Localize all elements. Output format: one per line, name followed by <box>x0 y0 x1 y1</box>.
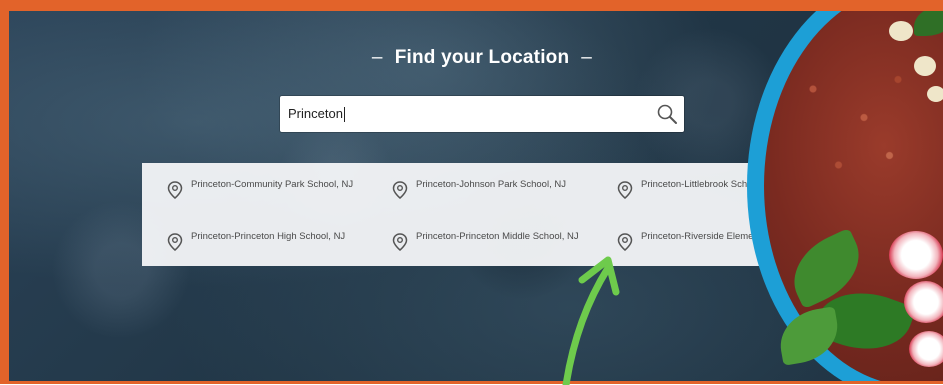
title-text: Find your Location <box>394 47 570 68</box>
title-dash-right: – <box>581 47 593 68</box>
nut-image <box>914 56 936 76</box>
nut-image <box>927 86 943 102</box>
hero-background: – Find your Location – Princeton Princeton… <box>9 11 943 381</box>
result-item[interactable]: Princeton-Community Park School, NJ <box>167 179 377 199</box>
magnifier-icon[interactable] <box>656 103 678 125</box>
location-pin-icon <box>167 181 183 199</box>
green-arrow-icon <box>562 256 620 385</box>
radish-slice-image <box>889 231 943 279</box>
location-pin-icon <box>392 181 408 199</box>
location-results-panel: Princeton-Community Park School, NJ Prin… <box>142 163 823 266</box>
result-label: Princeton-Princeton High School, NJ <box>191 231 346 242</box>
search-input[interactable]: Princeton <box>280 96 684 132</box>
page-title: – Find your Location – <box>182 47 782 69</box>
location-pin-icon <box>617 181 633 199</box>
title-dash-left: – <box>371 47 383 68</box>
radish-slice-image <box>909 331 943 367</box>
location-pin-icon <box>392 233 408 251</box>
nut-image <box>889 21 913 41</box>
result-item[interactable]: Princeton-Johnson Park School, NJ <box>392 179 602 199</box>
result-item[interactable]: Princeton-Princeton High School, NJ <box>167 231 377 251</box>
search-value: Princeton <box>288 106 345 123</box>
rice-texture <box>779 51 943 241</box>
result-label: Princeton-Johnson Park School, NJ <box>416 179 566 190</box>
leaf-image <box>914 11 943 36</box>
location-pin-icon <box>167 233 183 251</box>
radish-slice-image <box>904 281 943 323</box>
result-label: Princeton-Community Park School, NJ <box>191 179 354 190</box>
